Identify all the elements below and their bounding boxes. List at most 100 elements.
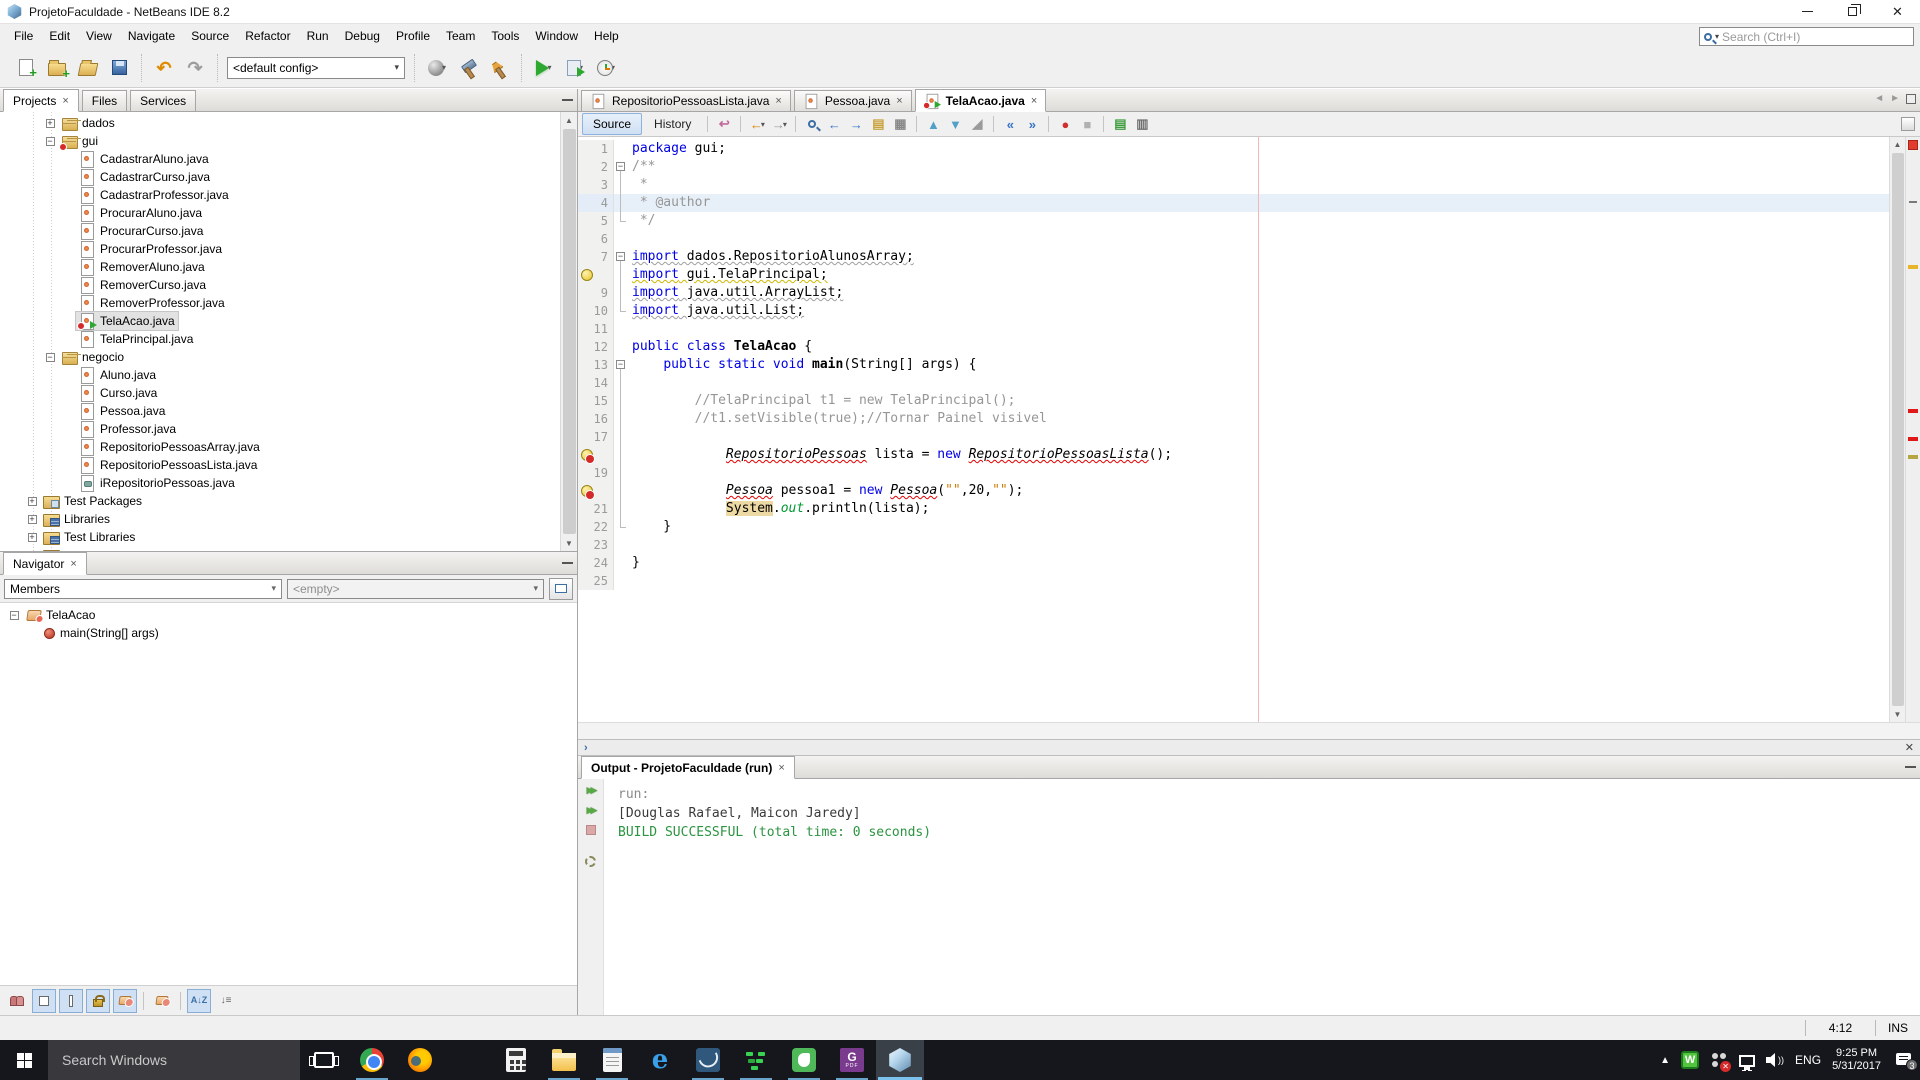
menu-tools[interactable]: Tools	[483, 26, 527, 46]
rerun-with-params-icon[interactable]: ▶▶	[587, 805, 595, 816]
code-line[interactable]: 16 //t1.setVisible(true);//Tornar Painel…	[578, 410, 1889, 428]
find-selection-button[interactable]	[802, 114, 822, 134]
tree-item-test-packages[interactable]: +Test Packages	[0, 492, 560, 510]
maximize-editor-icon[interactable]	[1906, 94, 1916, 104]
code-line[interactable]: 9import java.util.ArrayList;	[578, 284, 1889, 302]
redo-button[interactable]: ↷	[182, 55, 208, 81]
taskbar-chrome-button[interactable]	[348, 1040, 396, 1080]
tree-item-libraries[interactable]: +Libraries	[0, 510, 560, 528]
tab-files[interactable]: Files	[82, 90, 127, 111]
menu-view[interactable]: View	[78, 26, 120, 46]
find-previous-button[interactable]: ←	[824, 114, 844, 134]
last-edited-position-button[interactable]: ↩	[714, 114, 734, 134]
tree-item-removercurso-java[interactable]: RemoverCurso.java	[0, 276, 560, 294]
collapse-icon[interactable]: −	[46, 353, 55, 362]
close-icon[interactable]: ×	[62, 95, 68, 107]
expand-icon[interactable]: +	[28, 515, 37, 524]
wampserver-icon[interactable]: W	[1681, 1051, 1699, 1069]
show-inherited-members-button[interactable]	[5, 989, 29, 1013]
new-file-button[interactable]	[13, 55, 39, 81]
fold-icon[interactable]: −	[616, 162, 625, 171]
close-icon[interactable]: ×	[1031, 95, 1037, 107]
code-line[interactable]: 3 *	[578, 176, 1889, 194]
history-view-button[interactable]: History	[644, 114, 701, 134]
code-line[interactable]: 15 //TelaPrincipal t1 = new TelaPrincipa…	[578, 392, 1889, 410]
rectangular-selection-button[interactable]: ▦	[890, 114, 910, 134]
tree-item-irepositoriopessoas-java[interactable]: iRepositorioPessoas.java	[0, 474, 560, 492]
editor-horizontal-scrollbar[interactable]	[578, 722, 1920, 739]
sort-by-source-button[interactable]: ↓≡	[214, 989, 238, 1013]
profile-project-button[interactable]: ▾	[593, 55, 619, 81]
code-line[interactable]: 7−import dados.RepositorioAlunosArray;	[578, 248, 1889, 266]
scroll-up-icon[interactable]: ▲	[1894, 137, 1902, 152]
menu-run[interactable]: Run	[299, 26, 337, 46]
tree-item-procuraraluno-java[interactable]: ProcurarAluno.java	[0, 204, 560, 222]
error-hint-icon[interactable]	[580, 485, 593, 498]
back-button[interactable]: ←▾	[747, 114, 767, 134]
restore-button[interactable]	[1830, 0, 1875, 23]
code-line[interactable]: import gui.TelaPrincipal;	[578, 266, 1889, 284]
code-line[interactable]: 14	[578, 374, 1889, 392]
scroll-tabs-right-icon[interactable]: ►	[1890, 93, 1900, 104]
error-stripe-global-error[interactable]	[1908, 140, 1918, 150]
open-project-button[interactable]	[75, 55, 101, 81]
tree-item-telaacao-java[interactable]: TelaAcao.java	[0, 312, 560, 330]
menu-navigate[interactable]: Navigate	[120, 26, 183, 46]
tab-projects[interactable]: Projects×	[3, 89, 79, 112]
tree-item-cadastraraluno-java[interactable]: CadastrarAluno.java	[0, 150, 560, 168]
editor-tab-telaacao-java[interactable]: TelaAcao.java×	[915, 89, 1047, 112]
tree-item-curso-java[interactable]: Curso.java	[0, 384, 560, 402]
tree-item-removeraluno-java[interactable]: RemoverAluno.java	[0, 258, 560, 276]
editor-tab-pessoa-java[interactable]: Pessoa.java×	[794, 90, 912, 111]
code-line[interactable]: 21 System.out.println(lista);	[578, 500, 1889, 518]
minimize-panel-icon[interactable]	[562, 99, 573, 101]
show-non-public-members-button[interactable]	[86, 989, 110, 1013]
show-fields-button[interactable]	[32, 989, 56, 1013]
warning-hint-icon[interactable]	[580, 269, 593, 282]
tree-item-procurarcurso-java[interactable]: ProcurarCurso.java	[0, 222, 560, 240]
minimize-button[interactable]	[1785, 0, 1830, 23]
error-stripe-warning-mark[interactable]	[1908, 265, 1918, 269]
insert-mode-indicator[interactable]: INS	[1875, 1020, 1920, 1036]
close-splitter-icon[interactable]: ✕	[1905, 741, 1914, 754]
expand-icon[interactable]: +	[28, 497, 37, 506]
code-line[interactable]: 5 */	[578, 212, 1889, 230]
error-stripe-occurrence-mark[interactable]	[1908, 455, 1918, 459]
deploy-button[interactable]: ▾	[424, 55, 450, 81]
close-icon[interactable]: ×	[70, 558, 76, 570]
navigator-item-class[interactable]: − TelaAcao	[0, 606, 577, 624]
tree-item-negocio[interactable]: −negocio	[0, 348, 560, 366]
code-line[interactable]: 10import java.util.List;	[578, 302, 1889, 320]
code-line[interactable]: 11	[578, 320, 1889, 338]
undo-button[interactable]: ↶	[151, 55, 177, 81]
next-suggestion-button[interactable]: ◢	[967, 114, 987, 134]
menu-window[interactable]: Window	[527, 26, 586, 46]
stop-macro-recording-button[interactable]: ■	[1077, 114, 1097, 134]
minimize-panel-icon[interactable]	[562, 562, 573, 564]
code-editor[interactable]: 1package gui;2−/**3 *4 * @author5 */67−i…	[578, 137, 1920, 722]
tab-services[interactable]: Services	[130, 90, 196, 111]
code-line[interactable]: 19	[578, 464, 1889, 482]
clock[interactable]: 9:25 PM 5/31/2017	[1832, 1047, 1881, 1073]
tree-item-cadastrarcurso-java[interactable]: CadastrarCurso.java	[0, 168, 560, 186]
taskbar-pdf-reader-button[interactable]: GPDF	[828, 1040, 876, 1080]
scroll-down-icon[interactable]: ▼	[561, 535, 577, 551]
tree-item[interactable]: +	[0, 546, 560, 551]
taskbar-netbeans-button[interactable]	[876, 1040, 924, 1080]
taskbar-search-box[interactable]: Search Windows	[48, 1040, 300, 1080]
tree-item-professor-java[interactable]: Professor.java	[0, 420, 560, 438]
expand-icon[interactable]: +	[28, 551, 37, 552]
toggle-breakpoint-button[interactable]: ●	[1055, 114, 1075, 134]
code-line[interactable]: 17	[578, 428, 1889, 446]
tree-item-pessoa-java[interactable]: Pessoa.java	[0, 402, 560, 420]
tree-item-procurarprofessor-java[interactable]: ProcurarProfessor.java	[0, 240, 560, 258]
action-center-icon[interactable]: 3	[1896, 1052, 1914, 1068]
run-project-button[interactable]: ▾	[531, 55, 557, 81]
open-in-window-button[interactable]	[549, 578, 573, 600]
menu-refactor[interactable]: Refactor	[237, 26, 298, 46]
editor-tab-repositoriopessoaslista-java[interactable]: RepositorioPessoasLista.java×	[581, 90, 791, 111]
taskbar-file-explorer-button[interactable]	[540, 1040, 588, 1080]
menu-team[interactable]: Team	[438, 26, 483, 46]
show-inner-classes-button[interactable]	[113, 989, 137, 1013]
tree-item-removerprofessor-java[interactable]: RemoverProfessor.java	[0, 294, 560, 312]
